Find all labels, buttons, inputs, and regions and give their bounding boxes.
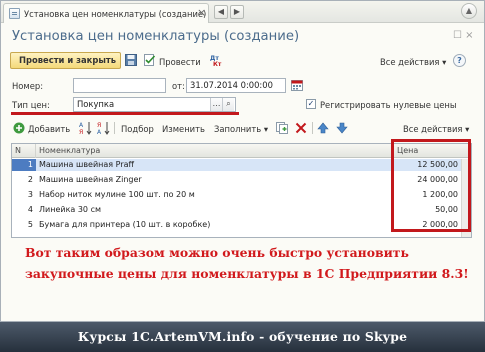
row-number: 1 xyxy=(12,159,36,171)
row-item: Бумага для принтера (10 шт. в коробке) xyxy=(39,220,211,229)
row-number: 5 xyxy=(27,220,33,229)
table-all-actions-menu[interactable]: Все действия ▾ xyxy=(403,124,469,134)
price-type-field[interactable]: Покупка … ⌕ xyxy=(73,97,236,112)
svg-text:Я: Я xyxy=(97,122,101,129)
date-label: от: xyxy=(172,81,185,91)
date-value: 31.07.2014 0:00:00 xyxy=(190,80,273,90)
overlay-caption-line-2: закупочные цены для номенклатуры в 1С Пр… xyxy=(25,266,469,281)
toolbar-separator-2 xyxy=(312,122,313,134)
movements-report-icon[interactable]: Дт Кт xyxy=(210,54,222,66)
row-item: Машина швейная Praff xyxy=(39,160,135,169)
number-label: Номер: xyxy=(12,81,44,91)
row-number: 4 xyxy=(27,205,33,214)
price-type-value: Покупка xyxy=(77,99,115,109)
copy-row-icon[interactable] xyxy=(276,122,288,134)
row-item: Набор ниток мулине 100 шт. по 20 м xyxy=(39,190,195,199)
delete-row-icon[interactable] xyxy=(295,122,307,134)
title-window-controls[interactable]: ☐ × xyxy=(453,30,474,41)
tab-close-icon[interactable]: × xyxy=(197,7,206,19)
footer-text: Курсы 1C.ArtemVM.info - обучение по Skyp… xyxy=(77,329,408,344)
post-and-close-button[interactable]: Провести и закрыть xyxy=(10,52,121,69)
collapse-panel-icon[interactable]: ▲ xyxy=(461,3,477,19)
add-row-icon xyxy=(13,122,25,134)
overlay-caption-line-1: Вот таким образом можно очень быстро уст… xyxy=(25,245,409,260)
svg-text:Я: Я xyxy=(79,129,83,135)
post-icon xyxy=(144,54,156,66)
date-field[interactable]: 31.07.2014 0:00:00 xyxy=(186,78,286,93)
page-title: Установка цен номенклатуры (создание) xyxy=(12,29,300,44)
tab-price-setting[interactable]: Установка цен номенклатуры (создание) × xyxy=(3,3,209,23)
save-icon[interactable] xyxy=(125,54,137,66)
register-zero-label[interactable]: Регистрировать нулевые цены xyxy=(320,100,457,110)
help-icon[interactable]: ? xyxy=(453,54,466,67)
svg-text:А: А xyxy=(79,122,84,129)
register-zero-checkbox[interactable]: ✓ xyxy=(306,99,316,109)
tab-strip: Установка цен номенклатуры (создание) × … xyxy=(1,1,484,23)
document-window: Установка цен номенклатуры (создание) × … xyxy=(0,0,485,322)
sort-descending-icon[interactable]: Я А xyxy=(97,121,110,135)
number-field[interactable] xyxy=(73,78,166,93)
fill-menu-button[interactable]: Заполнить ▾ xyxy=(214,124,268,134)
post-button[interactable]: Провести xyxy=(159,57,201,67)
price-type-underline xyxy=(11,112,239,115)
form-all-actions-menu[interactable]: Все действия ▾ xyxy=(380,57,446,67)
svg-text:Кт: Кт xyxy=(213,61,222,66)
move-up-icon[interactable] xyxy=(317,122,329,134)
footer-banner: Курсы 1C.ArtemVM.info - обучение по Skyp… xyxy=(0,322,485,352)
select-button[interactable]: Подбор xyxy=(121,124,154,134)
column-header-item[interactable]: Номенклатура xyxy=(36,144,394,158)
open-search-icon[interactable]: ⌕ xyxy=(222,98,234,111)
sort-ascending-icon[interactable]: А Я xyxy=(79,121,92,135)
select-dots-icon[interactable]: … xyxy=(210,98,222,111)
price-type-label: Тип цен: xyxy=(12,100,50,110)
tab-label: Установка цен номенклатуры (создание) xyxy=(24,9,207,19)
calendar-icon[interactable] xyxy=(291,79,303,91)
row-number: 2 xyxy=(27,175,33,184)
row-number: 3 xyxy=(27,190,33,199)
svg-text:А: А xyxy=(97,129,102,135)
add-button[interactable]: Добавить xyxy=(28,124,70,134)
row-item: Линейка 30 см xyxy=(39,205,101,214)
toolbar-separator xyxy=(114,122,115,134)
row-item: Машина швейная Zinger xyxy=(39,175,142,184)
change-button[interactable]: Изменить xyxy=(162,124,205,134)
column-header-n[interactable]: N xyxy=(12,144,36,158)
nav-forward-icon[interactable]: ▶ xyxy=(230,5,244,19)
move-down-icon[interactable] xyxy=(336,122,348,134)
document-icon xyxy=(9,8,20,19)
nav-back-icon[interactable]: ◀ xyxy=(214,5,228,19)
price-column-highlight xyxy=(391,139,471,232)
